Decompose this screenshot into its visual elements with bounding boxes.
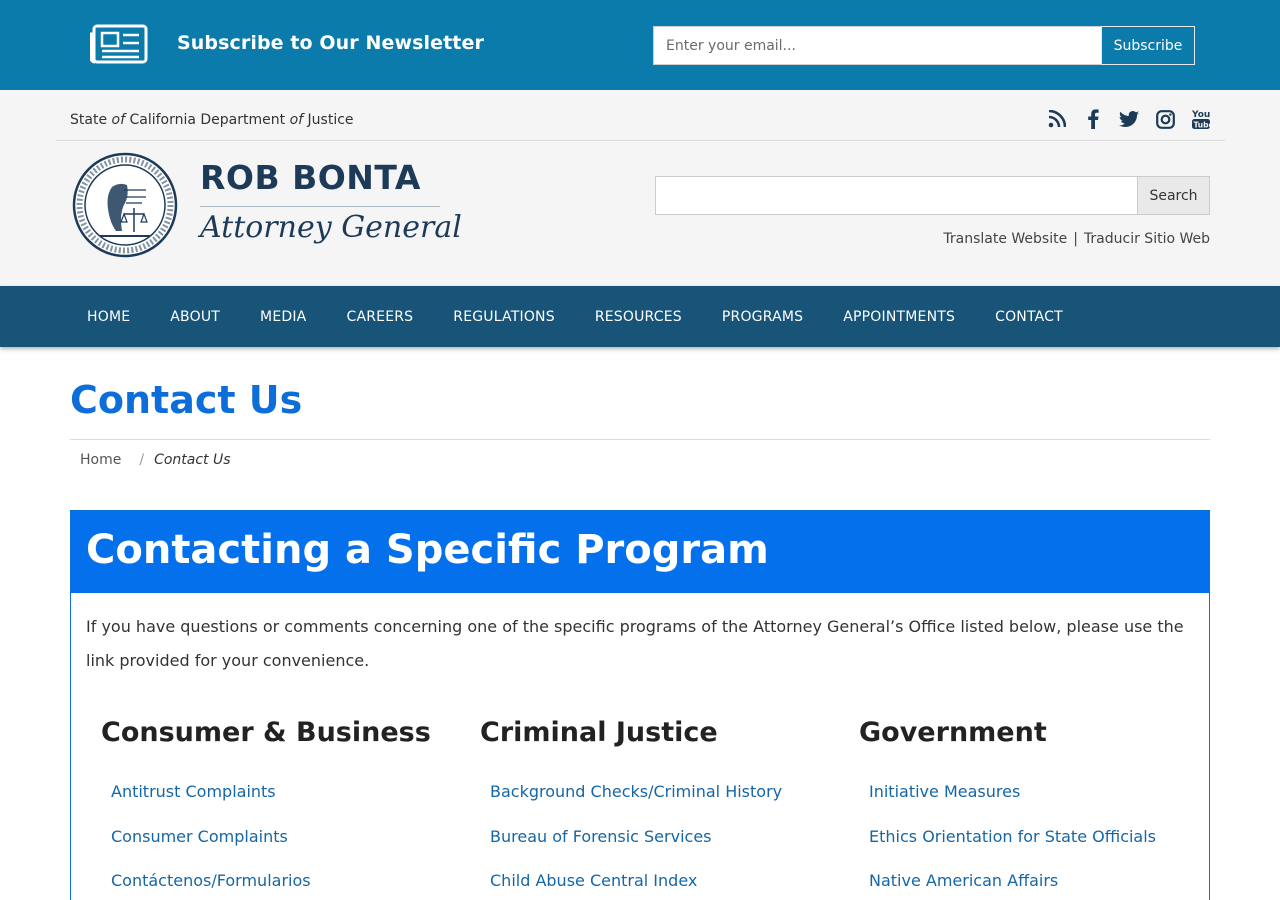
translate-separator: | bbox=[1073, 231, 1078, 247]
svg-text:Tube: Tube bbox=[1194, 121, 1211, 130]
org-text: State bbox=[70, 112, 112, 128]
nav-item-contact[interactable]: CONTACT bbox=[975, 286, 1083, 347]
program-link[interactable]: Initiative Measures bbox=[869, 782, 1219, 827]
department-name: State of California Department of Justic… bbox=[70, 112, 354, 128]
column-title: Government bbox=[859, 717, 1047, 748]
page-title: Contact Us bbox=[70, 378, 303, 422]
breadcrumb-home[interactable]: Home bbox=[80, 452, 121, 468]
breadcrumb-current: Contact Us bbox=[154, 452, 231, 468]
program-link[interactable]: Consumer Complaints bbox=[111, 827, 461, 872]
program-link[interactable]: Ethics Orientation for State Officials bbox=[869, 827, 1219, 872]
newspaper-icon bbox=[90, 24, 148, 64]
org-text: California Department bbox=[125, 112, 290, 128]
org-text-italic: of bbox=[111, 112, 126, 128]
program-box-header: Contacting a Specific Program bbox=[71, 511, 1209, 593]
program-link[interactable]: Contáctenos/Formularios bbox=[111, 871, 461, 900]
newsletter-email-input[interactable] bbox=[653, 26, 1102, 65]
header-divider bbox=[56, 140, 1225, 141]
instagram-icon[interactable] bbox=[1154, 108, 1176, 130]
nav-item-careers[interactable]: CAREERS bbox=[326, 286, 433, 347]
org-text: Justice bbox=[303, 112, 354, 128]
nav-item-regulations[interactable]: REGULATIONS bbox=[433, 286, 575, 347]
breadcrumb-separator: / bbox=[139, 452, 145, 468]
social-links: YouTube bbox=[1046, 108, 1212, 130]
attorney-general-seal-logo[interactable] bbox=[72, 152, 178, 258]
program-box-heading: Contacting a Specific Program bbox=[86, 527, 769, 573]
column-criminal-justice: Criminal Justice Background Checks/Crimi… bbox=[480, 717, 840, 900]
breadcrumb: Home / Contact Us bbox=[80, 452, 231, 468]
search-button[interactable]: Search bbox=[1137, 176, 1210, 215]
program-link[interactable]: Native American Affairs bbox=[869, 871, 1219, 900]
name-divider bbox=[200, 206, 440, 207]
nav-item-resources[interactable]: RESOURCES bbox=[575, 286, 702, 347]
traducir-sitio-web-link[interactable]: Traducir Sitio Web bbox=[1084, 231, 1210, 247]
attorney-general-name: ROB BONTA bbox=[200, 158, 421, 197]
rss-icon[interactable] bbox=[1046, 108, 1068, 130]
column-title: Criminal Justice bbox=[480, 717, 718, 748]
main-nav: HOME ABOUT MEDIA CAREERS REGULATIONS RES… bbox=[0, 286, 1280, 347]
translate-website-link[interactable]: Translate Website bbox=[943, 231, 1067, 247]
column-government: Government Initiative Measures Ethics Or… bbox=[859, 717, 1219, 900]
facebook-icon[interactable] bbox=[1082, 108, 1104, 130]
column-title: Consumer & Business bbox=[101, 717, 431, 748]
twitter-icon[interactable] bbox=[1118, 108, 1140, 130]
nav-item-home[interactable]: HOME bbox=[67, 286, 150, 347]
program-link[interactable]: Bureau of Forensic Services bbox=[490, 827, 840, 872]
translate-links: Translate Website | Traducir Sitio Web bbox=[943, 231, 1210, 247]
title-divider bbox=[70, 439, 1210, 440]
column-consumer-business: Consumer & Business Antitrust Complaints… bbox=[101, 717, 461, 900]
program-box-intro: If you have questions or comments concer… bbox=[86, 617, 1184, 670]
nav-item-appointments[interactable]: APPOINTMENTS bbox=[823, 286, 975, 347]
org-text-italic: of bbox=[289, 112, 304, 128]
site-search-input[interactable] bbox=[655, 176, 1138, 215]
program-link[interactable]: Child Abuse Central Index bbox=[490, 871, 840, 900]
nav-item-media[interactable]: MEDIA bbox=[240, 286, 326, 347]
newsletter-bar: Subscribe to Our Newsletter Subscribe bbox=[0, 0, 1280, 90]
svg-text:You: You bbox=[1192, 110, 1210, 120]
youtube-icon[interactable]: YouTube bbox=[1190, 108, 1212, 130]
program-contact-box: Contacting a Specific Program If you hav… bbox=[70, 510, 1210, 900]
nav-item-about[interactable]: ABOUT bbox=[150, 286, 240, 347]
site-header: State of California Department of Justic… bbox=[0, 90, 1280, 286]
newsletter-title: Subscribe to Our Newsletter bbox=[177, 32, 484, 54]
program-link[interactable]: Background Checks/Criminal History bbox=[490, 782, 840, 827]
program-link[interactable]: Antitrust Complaints bbox=[111, 782, 461, 827]
subscribe-button[interactable]: Subscribe bbox=[1101, 26, 1195, 65]
attorney-general-title: Attorney General bbox=[200, 210, 462, 245]
nav-item-programs[interactable]: PROGRAMS bbox=[702, 286, 823, 347]
